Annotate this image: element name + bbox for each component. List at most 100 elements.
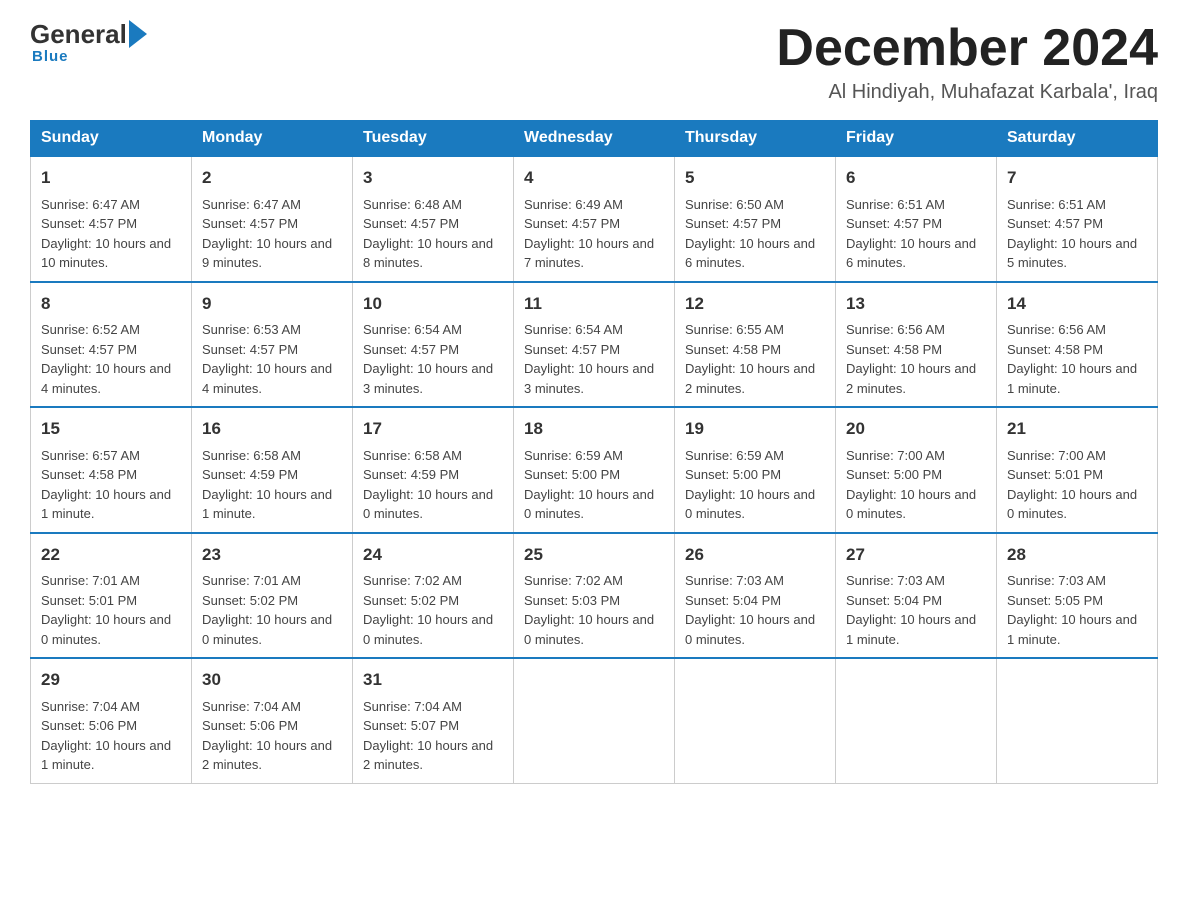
day-number: 6 <box>846 165 986 191</box>
week-row-2: 8 Sunrise: 6:52 AMSunset: 4:57 PMDaylight… <box>31 282 1158 408</box>
day-number: 29 <box>41 667 181 693</box>
calendar-cell: 24 Sunrise: 7:02 AMSunset: 5:02 PMDayligh… <box>353 533 514 659</box>
day-number: 8 <box>41 291 181 317</box>
day-info: Sunrise: 7:02 AMSunset: 5:03 PMDaylight:… <box>524 573 654 647</box>
day-info: Sunrise: 7:03 AMSunset: 5:04 PMDaylight:… <box>685 573 815 647</box>
day-info: Sunrise: 7:04 AMSunset: 5:06 PMDaylight:… <box>202 699 332 773</box>
day-info: Sunrise: 6:58 AMSunset: 4:59 PMDaylight:… <box>363 448 493 522</box>
title-block: December 2024 Al Hindiyah, Muhafazat Kar… <box>776 20 1158 104</box>
week-row-3: 15 Sunrise: 6:57 AMSunset: 4:58 PMDayligh… <box>31 407 1158 533</box>
calendar-cell: 26 Sunrise: 7:03 AMSunset: 5:04 PMDayligh… <box>675 533 836 659</box>
day-info: Sunrise: 6:47 AMSunset: 4:57 PMDaylight:… <box>41 197 171 271</box>
calendar-cell: 7 Sunrise: 6:51 AMSunset: 4:57 PMDaylight… <box>997 156 1158 282</box>
day-number: 12 <box>685 291 825 317</box>
month-title: December 2024 <box>776 20 1158 77</box>
calendar-cell: 11 Sunrise: 6:54 AMSunset: 4:57 PMDayligh… <box>514 282 675 408</box>
day-number: 5 <box>685 165 825 191</box>
calendar-cell: 4 Sunrise: 6:49 AMSunset: 4:57 PMDaylight… <box>514 156 675 282</box>
calendar-cell: 21Sunrise: 7:00 AMSunset: 5:01 PMDayligh… <box>997 407 1158 533</box>
day-info: Sunrise: 6:47 AMSunset: 4:57 PMDaylight:… <box>202 197 332 271</box>
day-number: 23 <box>202 542 342 568</box>
day-info: Sunrise: 6:57 AMSunset: 4:58 PMDaylight:… <box>41 448 171 522</box>
week-row-1: 1 Sunrise: 6:47 AMSunset: 4:57 PMDaylight… <box>31 156 1158 282</box>
week-row-5: 29 Sunrise: 7:04 AMSunset: 5:06 PMDayligh… <box>31 658 1158 783</box>
calendar-cell: 27 Sunrise: 7:03 AMSunset: 5:04 PMDayligh… <box>836 533 997 659</box>
day-number: 9 <box>202 291 342 317</box>
location-subtitle: Al Hindiyah, Muhafazat Karbala', Iraq <box>776 81 1158 104</box>
day-number: 18 <box>524 416 664 442</box>
header-saturday: Saturday <box>997 121 1158 157</box>
calendar-cell: 5 Sunrise: 6:50 AMSunset: 4:57 PMDaylight… <box>675 156 836 282</box>
day-info: Sunrise: 7:04 AMSunset: 5:06 PMDaylight:… <box>41 699 171 773</box>
logo-arrow-icon <box>129 20 147 48</box>
day-number: 2 <box>202 165 342 191</box>
day-info: Sunrise: 6:50 AMSunset: 4:57 PMDaylight:… <box>685 197 815 271</box>
day-info: Sunrise: 7:02 AMSunset: 5:02 PMDaylight:… <box>363 573 493 647</box>
calendar-cell <box>514 658 675 783</box>
week-row-4: 22 Sunrise: 7:01 AMSunset: 5:01 PMDayligh… <box>31 533 1158 659</box>
day-info: Sunrise: 6:56 AMSunset: 4:58 PMDaylight:… <box>846 322 976 396</box>
day-info: Sunrise: 7:01 AMSunset: 5:02 PMDaylight:… <box>202 573 332 647</box>
day-number: 26 <box>685 542 825 568</box>
day-number: 1 <box>41 165 181 191</box>
day-number: 13 <box>846 291 986 317</box>
calendar-cell: 19 Sunrise: 6:59 AMSunset: 5:00 PMDayligh… <box>675 407 836 533</box>
day-info: Sunrise: 7:01 AMSunset: 5:01 PMDaylight:… <box>41 573 171 647</box>
calendar-cell <box>675 658 836 783</box>
day-info: Sunrise: 6:51 AMSunset: 4:57 PMDaylight:… <box>1007 197 1137 271</box>
logo-blue-text: Blue <box>32 48 69 65</box>
calendar-cell: 18Sunrise: 6:59 AMSunset: 5:00 PMDayligh… <box>514 407 675 533</box>
day-info: Sunrise: 7:04 AMSunset: 5:07 PMDaylight:… <box>363 699 493 773</box>
day-number: 20 <box>846 416 986 442</box>
calendar-cell: 6 Sunrise: 6:51 AMSunset: 4:57 PMDaylight… <box>836 156 997 282</box>
day-number: 14 <box>1007 291 1147 317</box>
day-info: Sunrise: 6:52 AMSunset: 4:57 PMDaylight:… <box>41 322 171 396</box>
calendar-cell: 23 Sunrise: 7:01 AMSunset: 5:02 PMDayligh… <box>192 533 353 659</box>
calendar-cell: 29 Sunrise: 7:04 AMSunset: 5:06 PMDayligh… <box>31 658 192 783</box>
calendar-cell: 30Sunrise: 7:04 AMSunset: 5:06 PMDayligh… <box>192 658 353 783</box>
day-number: 31 <box>363 667 503 693</box>
header-monday: Monday <box>192 121 353 157</box>
calendar-cell: 20Sunrise: 7:00 AMSunset: 5:00 PMDayligh… <box>836 407 997 533</box>
day-number: 11 <box>524 291 664 317</box>
day-number: 15 <box>41 416 181 442</box>
calendar-cell: 13 Sunrise: 6:56 AMSunset: 4:58 PMDayligh… <box>836 282 997 408</box>
calendar-cell: 14 Sunrise: 6:56 AMSunset: 4:58 PMDayligh… <box>997 282 1158 408</box>
calendar-cell: 16Sunrise: 6:58 AMSunset: 4:59 PMDayligh… <box>192 407 353 533</box>
page-header: General Blue December 2024 Al Hindiyah, … <box>30 20 1158 104</box>
day-info: Sunrise: 7:03 AMSunset: 5:04 PMDaylight:… <box>846 573 976 647</box>
calendar-cell: 3Sunrise: 6:48 AMSunset: 4:57 PMDaylight… <box>353 156 514 282</box>
calendar-cell: 2 Sunrise: 6:47 AMSunset: 4:57 PMDaylight… <box>192 156 353 282</box>
calendar-cell: 31 Sunrise: 7:04 AMSunset: 5:07 PMDayligh… <box>353 658 514 783</box>
day-number: 16 <box>202 416 342 442</box>
calendar-table: SundayMondayTuesdayWednesdayThursdayFrid… <box>30 120 1158 784</box>
calendar-cell: 12Sunrise: 6:55 AMSunset: 4:58 PMDayligh… <box>675 282 836 408</box>
day-number: 21 <box>1007 416 1147 442</box>
day-number: 19 <box>685 416 825 442</box>
day-number: 4 <box>524 165 664 191</box>
day-number: 27 <box>846 542 986 568</box>
header-sunday: Sunday <box>31 121 192 157</box>
calendar-cell <box>997 658 1158 783</box>
day-number: 24 <box>363 542 503 568</box>
logo-general-text: General <box>30 21 127 47</box>
day-info: Sunrise: 7:03 AMSunset: 5:05 PMDaylight:… <box>1007 573 1137 647</box>
header-friday: Friday <box>836 121 997 157</box>
day-info: Sunrise: 6:49 AMSunset: 4:57 PMDaylight:… <box>524 197 654 271</box>
calendar-cell: 1 Sunrise: 6:47 AMSunset: 4:57 PMDaylight… <box>31 156 192 282</box>
calendar-cell: 17 Sunrise: 6:58 AMSunset: 4:59 PMDayligh… <box>353 407 514 533</box>
day-info: Sunrise: 6:56 AMSunset: 4:58 PMDaylight:… <box>1007 322 1137 396</box>
day-number: 3 <box>363 165 503 191</box>
day-number: 7 <box>1007 165 1147 191</box>
day-info: Sunrise: 6:54 AMSunset: 4:57 PMDaylight:… <box>524 322 654 396</box>
calendar-cell: 22 Sunrise: 7:01 AMSunset: 5:01 PMDayligh… <box>31 533 192 659</box>
calendar-cell: 10Sunrise: 6:54 AMSunset: 4:57 PMDayligh… <box>353 282 514 408</box>
day-number: 17 <box>363 416 503 442</box>
day-number: 28 <box>1007 542 1147 568</box>
day-number: 22 <box>41 542 181 568</box>
header-thursday: Thursday <box>675 121 836 157</box>
day-info: Sunrise: 6:51 AMSunset: 4:57 PMDaylight:… <box>846 197 976 271</box>
day-info: Sunrise: 6:59 AMSunset: 5:00 PMDaylight:… <box>685 448 815 522</box>
header-tuesday: Tuesday <box>353 121 514 157</box>
calendar-cell: 25Sunrise: 7:02 AMSunset: 5:03 PMDayligh… <box>514 533 675 659</box>
